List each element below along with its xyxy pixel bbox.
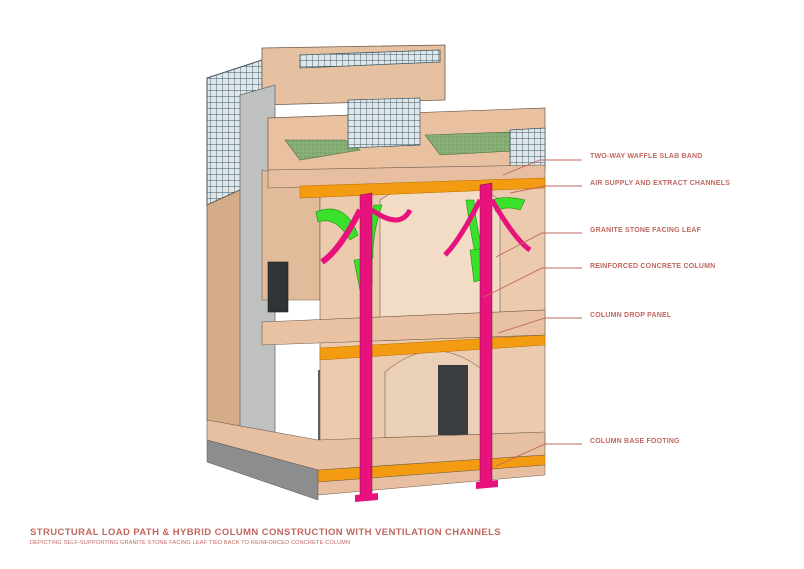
diagram-subtitle: DEPICTING SELF-SUPPORTING GRANITE STONE … [30, 540, 351, 546]
label-rc-column: REINFORCED CONCRETE COLUMN [590, 263, 716, 270]
label-waffle-slab: TWO-WAY WAFFLE SLAB BAND [590, 153, 703, 160]
roof-level [267, 97, 546, 171]
label-granite-leaf: GRANITE STONE FACING LEAF [590, 227, 702, 234]
title-block: STRUCTURAL LOAD PATH & HYBRID COLUMN CON… [30, 527, 501, 546]
label-air-channels: AIR SUPPLY AND EXTRACT CHANNELS [590, 180, 731, 187]
diagram-title: STRUCTURAL LOAD PATH & HYBRID COLUMN CON… [30, 527, 502, 538]
label-base-footing: COLUMN BASE FOOTING [590, 438, 680, 445]
label-drop-panel: COLUMN DROP PANEL [590, 312, 672, 319]
isometric-building-section [206, 44, 582, 502]
